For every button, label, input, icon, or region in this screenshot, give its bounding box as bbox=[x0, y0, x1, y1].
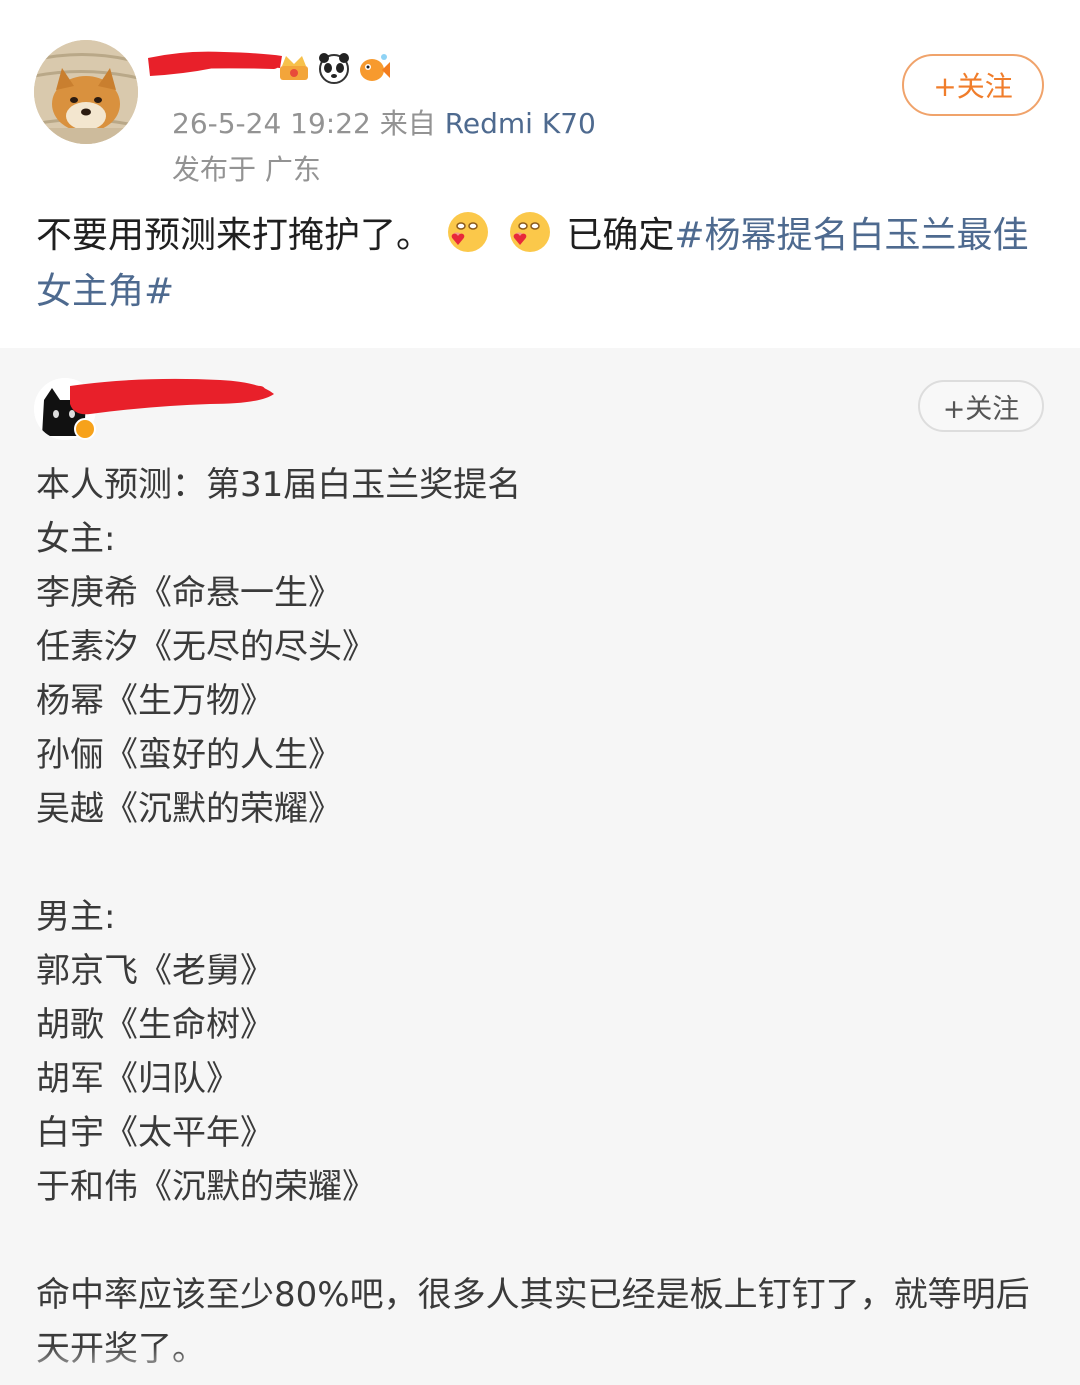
shy-heart-emoji-icon bbox=[448, 212, 489, 252]
actor-item: 胡歌《生命树》 bbox=[36, 1005, 274, 1045]
post-location: 发布于 广东 bbox=[172, 153, 321, 186]
actress-item: 孙俪《蛮好的人生》 bbox=[36, 735, 342, 775]
post-body: 不要用预测来打掩护了。 已确定#杨幂提名白玉兰最佳女主角# bbox=[36, 208, 1046, 320]
shiba-dog-avatar-icon bbox=[34, 40, 138, 144]
actress-item: 任素汐《无尽的尽头》 bbox=[36, 627, 376, 667]
actor-item: 白宇《太平年》 bbox=[36, 1113, 274, 1153]
actress-item: 吴越《沉默的荣耀》 bbox=[36, 789, 342, 829]
panda-icon bbox=[319, 53, 349, 84]
username-redaction bbox=[148, 51, 282, 76]
actor-item: 于和伟《沉默的荣耀》 bbox=[36, 1167, 376, 1207]
post-date: 26-5-24 19:22 bbox=[172, 107, 371, 140]
fish-icon bbox=[360, 54, 390, 81]
user-avatar[interactable] bbox=[34, 40, 138, 144]
post-source-prefix: 来自 bbox=[379, 107, 436, 140]
quote-heading: 本人预测：第31届白玉兰奖提名 bbox=[36, 465, 522, 505]
weibo-post: 26-5-24 19:22 来自 Redmi K70 发布于 广东 +关注 不要… bbox=[0, 0, 1080, 348]
quoted-follow-button[interactable]: +关注 bbox=[918, 380, 1044, 432]
quoted-post[interactable]: +关注 本人预测：第31届白玉兰奖提名 女主: 李庚希《命悬一生》 任素汐《无尽… bbox=[0, 348, 1080, 1385]
post-meta: 26-5-24 19:22 来自 Redmi K70 bbox=[172, 102, 596, 142]
user-badges bbox=[276, 50, 392, 86]
post-text-mid: 已确定 bbox=[566, 215, 675, 256]
actress-item: 李庚希《命悬一生》 bbox=[36, 573, 342, 613]
follow-button[interactable]: +关注 bbox=[902, 54, 1044, 116]
actor-item: 郭京飞《老舅》 bbox=[36, 951, 274, 991]
post-device[interactable]: Redmi K70 bbox=[445, 107, 596, 140]
bottom-fade bbox=[0, 1345, 1080, 1385]
quoted-post-body: 本人预测：第31届白玉兰奖提名 女主: 李庚希《命悬一生》 任素汐《无尽的尽头》… bbox=[36, 458, 1046, 1376]
actor-item: 胡军《归队》 bbox=[36, 1059, 240, 1099]
post-text-before: 不要用预测来打掩护了。 bbox=[36, 215, 433, 256]
crown-icon bbox=[280, 56, 308, 80]
username-redaction bbox=[70, 378, 274, 415]
actress-item: 杨幂《生万物》 bbox=[36, 681, 274, 721]
actor-label: 男主: bbox=[36, 897, 116, 937]
shy-heart-emoji-icon bbox=[509, 212, 550, 252]
actress-label: 女主: bbox=[36, 519, 116, 559]
